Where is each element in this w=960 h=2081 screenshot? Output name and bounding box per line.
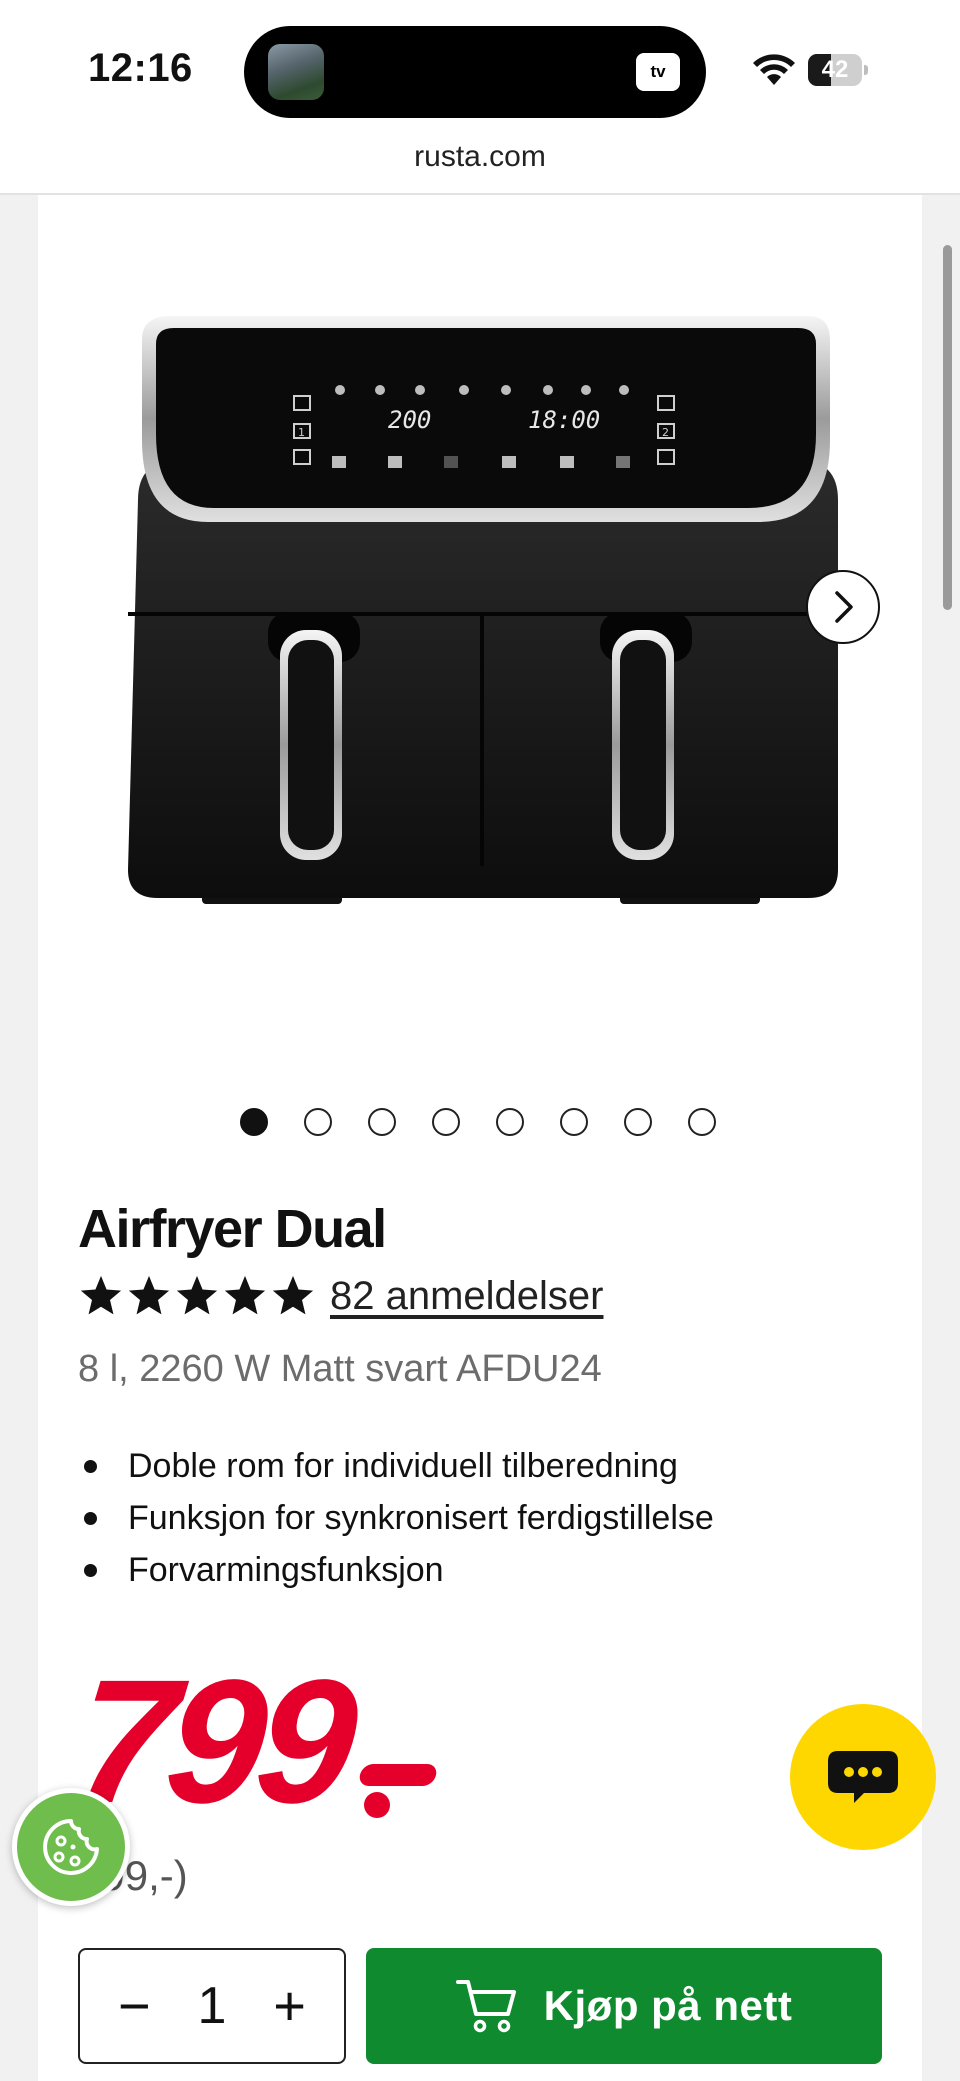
quantity-stepper: − 1 +: [78, 1948, 346, 2064]
buy-button-label: Kjøp på nett: [543, 1982, 793, 2029]
buy-online-button[interactable]: Kjøp på nett: [366, 1948, 882, 2064]
carousel-dot[interactable]: [496, 1108, 524, 1136]
apple-tv-label: tv: [650, 62, 666, 81]
display-time: 18:00: [528, 406, 600, 434]
feature-list: Doble rom for individuell tilberedning F…: [78, 1440, 714, 1596]
dynamic-island[interactable]: tv: [244, 26, 706, 118]
chat-button[interactable]: [790, 1704, 936, 1850]
feature-item: Funksjon for synkronisert ferdigstillels…: [78, 1492, 714, 1544]
carousel-dot[interactable]: [432, 1108, 460, 1136]
carousel-dot[interactable]: [688, 1108, 716, 1136]
chat-icon: [828, 1751, 898, 1803]
cart-icon: [455, 1980, 516, 2033]
now-playing-thumbnail: [268, 44, 324, 100]
cookie-settings-button[interactable]: [12, 1788, 130, 1906]
star-icon: [224, 1275, 266, 1315]
quantity-increase-button[interactable]: +: [273, 1978, 306, 2034]
star-icon: [176, 1275, 218, 1315]
quantity-value[interactable]: 1: [198, 1976, 227, 2036]
star-rating: [78, 1273, 316, 1319]
feature-item: Doble rom for individuell tilberedning: [78, 1440, 714, 1492]
carousel-dot[interactable]: [304, 1108, 332, 1136]
carousel-indicator: [240, 1108, 716, 1136]
status-time: 12:16: [88, 46, 193, 90]
display-temperature: 200: [388, 406, 431, 434]
wifi-icon: [753, 54, 795, 85]
star-icon: [272, 1275, 314, 1315]
cookie-icon: [43, 1819, 99, 1875]
battery-icon: 42: [808, 54, 868, 86]
feature-item: Forvarmingsfunksjon: [78, 1544, 714, 1596]
carousel-dot[interactable]: [368, 1108, 396, 1136]
product-image[interactable]: 200 18:00 1 2: [118, 300, 858, 940]
quantity-decrease-button[interactable]: −: [118, 1978, 151, 2034]
battery-level: 42: [821, 56, 849, 83]
carousel-next-button[interactable]: [806, 570, 880, 644]
star-icon: [128, 1275, 170, 1315]
url-text: rusta.com: [414, 140, 546, 173]
carousel-dot[interactable]: [560, 1108, 588, 1136]
status-bar: 12:16 tv 42: [0, 0, 960, 140]
display-zone-right: 2: [662, 426, 669, 439]
url-bar[interactable]: rusta.com: [0, 140, 960, 194]
carousel-dot[interactable]: [240, 1108, 268, 1136]
apple-tv-icon: tv: [636, 53, 680, 91]
reviews-link[interactable]: 82 anmeldelser: [330, 1274, 604, 1319]
product-rating: 82 anmeldelser: [78, 1270, 604, 1322]
price-dash: [360, 1764, 436, 1818]
product-title: Airfryer Dual: [78, 1199, 387, 1259]
carousel-dot[interactable]: [624, 1108, 652, 1136]
display-zone-left: 1: [298, 426, 305, 439]
chevron-right-icon: [835, 591, 853, 623]
scrollbar[interactable]: [943, 245, 952, 610]
current-price: 799: [68, 1644, 436, 1840]
product-subtitle: 8 l, 2260 W Matt svart AFDU24: [78, 1348, 602, 1390]
star-icon: [80, 1275, 122, 1315]
